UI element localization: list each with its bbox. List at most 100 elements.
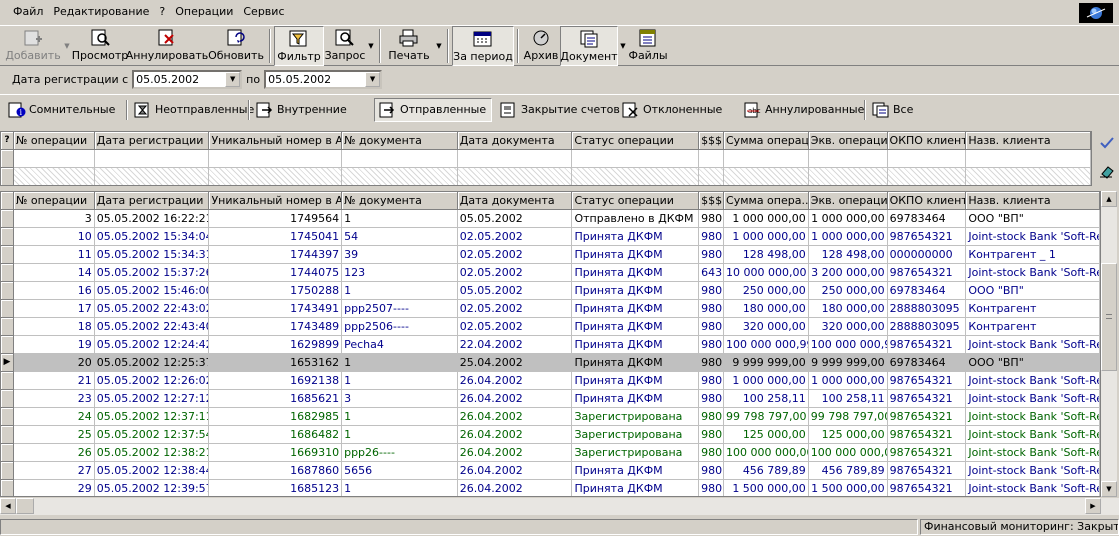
cell-status[interactable]: Принята ДКФМ xyxy=(572,264,700,282)
cell-equivalent[interactable]: 100 000 000,99 xyxy=(808,336,888,354)
cell-okpo[interactable]: 69783464 xyxy=(887,282,967,300)
table-row[interactable]: 11 05.05.2002 15:34:31 1744397 39 02.05.2002… xyxy=(1,246,1100,264)
filter-cell[interactable] xyxy=(14,150,95,168)
cell-okpo[interactable]: 69783464 xyxy=(887,210,967,228)
cell-doc-date[interactable]: 22.04.2002 xyxy=(457,336,573,354)
cell-doc-date[interactable]: 26.04.2002 xyxy=(457,444,573,462)
cell-okpo[interactable]: 987654321 xyxy=(887,426,967,444)
cell-okpo[interactable]: 987654321 xyxy=(888,480,967,496)
cell-doc-number[interactable]: 1 xyxy=(342,354,458,372)
cell-abs-number[interactable]: 1669310 xyxy=(209,444,343,462)
menu-operations[interactable]: Операции xyxy=(170,3,238,21)
cell-doc-date[interactable]: 26.04.2002 xyxy=(457,390,573,408)
row-indicator[interactable] xyxy=(1,390,14,408)
cell-currency[interactable]: 980 xyxy=(699,408,725,426)
filter-criteria-row[interactable] xyxy=(1,168,1091,185)
col-header-op-number[interactable]: № операции xyxy=(14,192,95,210)
horizontal-scroll-thumb[interactable] xyxy=(16,498,34,514)
filter-doubtful-button[interactable]: i Сомнительные xyxy=(4,98,124,122)
filter-cell[interactable] xyxy=(724,168,809,185)
vertical-scrollbar[interactable]: ▲ ▼ xyxy=(1101,191,1117,497)
filter-col-header[interactable]: Экв. операции xyxy=(808,132,888,150)
row-indicator[interactable] xyxy=(1,282,14,300)
filter-cell[interactable] xyxy=(342,150,458,168)
table-row[interactable]: 23 05.05.2002 12:27:12 1685621 3 26.04.2002 П… xyxy=(1,390,1100,408)
cell-doc-date[interactable]: 02.05.2002 xyxy=(457,318,573,336)
table-row[interactable]: 27 05.05.2002 12:38:44 1687860 5656 26.04.20… xyxy=(1,462,1100,480)
cell-doc-number[interactable]: 5656 xyxy=(342,462,458,480)
cell-doc-date[interactable]: 26.04.2002 xyxy=(458,480,573,496)
cell-op-number[interactable]: 26 xyxy=(14,444,95,462)
query-button[interactable]: Запрос xyxy=(324,26,366,66)
scroll-up-icon[interactable]: ▲ xyxy=(1101,191,1117,207)
cell-client[interactable]: Контрагент xyxy=(966,318,1100,336)
table-row[interactable]: 10 05.05.2002 15:34:04 1745041 54 02.05.2002… xyxy=(1,228,1100,246)
col-header-currency[interactable]: $$$ xyxy=(699,192,725,210)
cell-doc-number[interactable]: ppp26---- xyxy=(342,444,458,462)
cell-status[interactable]: Принята ДКФМ xyxy=(572,354,700,372)
cell-abs-number[interactable]: 1686482 xyxy=(209,426,343,444)
menu-edit[interactable]: Редактирование xyxy=(48,3,154,21)
filter-annulled-button[interactable]: abc Аннулированные xyxy=(740,98,864,122)
cell-client[interactable]: Joint-stock Bank 'Soft-Revie xyxy=(966,264,1100,282)
table-row[interactable]: 17 05.05.2002 22:43:02 1743491 ppp2507---- 0… xyxy=(1,300,1100,318)
cell-equivalent[interactable]: 456 789,89 xyxy=(808,462,888,480)
cell-okpo[interactable]: 987654321 xyxy=(887,408,967,426)
add-button[interactable]: Добавить xyxy=(4,26,62,66)
cell-op-number[interactable]: 23 xyxy=(14,390,95,408)
row-indicator[interactable] xyxy=(1,300,14,318)
cell-abs-number[interactable]: 1743491 xyxy=(209,300,343,318)
cell-op-number[interactable]: 17 xyxy=(14,300,95,318)
col-header-abs-number[interactable]: Уникальный номер в АБС xyxy=(209,192,343,210)
cell-currency[interactable]: 980 xyxy=(699,336,725,354)
cell-op-number[interactable]: 19 xyxy=(14,336,95,354)
table-row[interactable]: 24 05.05.2002 12:37:11 1682985 1 26.04.2002 З… xyxy=(1,408,1100,426)
refresh-button[interactable]: Обновить xyxy=(206,26,266,66)
filter-col-header[interactable]: ОКПО клиента xyxy=(887,132,967,150)
cell-status[interactable]: Зарегистрирована xyxy=(572,426,700,444)
cell-doc-number[interactable]: ppp2506---- xyxy=(342,318,458,336)
cell-currency[interactable]: 980 xyxy=(699,354,725,372)
filter-cell[interactable] xyxy=(209,150,343,168)
cell-status[interactable]: Зарегистрирована xyxy=(572,408,700,426)
filter-cell[interactable] xyxy=(572,150,700,168)
cell-op-number[interactable]: 3 xyxy=(14,210,95,228)
cell-currency[interactable]: 643 xyxy=(699,264,725,282)
filter-cell[interactable] xyxy=(887,168,967,185)
cell-op-number[interactable]: 10 xyxy=(14,228,95,246)
cell-doc-date[interactable]: 02.05.2002 xyxy=(457,246,573,264)
document-dropdown-arrow[interactable]: ▼ xyxy=(618,26,628,66)
print-dropdown-arrow[interactable]: ▼ xyxy=(434,26,444,66)
cell-currency[interactable]: 980 xyxy=(699,390,725,408)
cell-currency[interactable]: 980 xyxy=(699,462,725,480)
filter-cell[interactable] xyxy=(457,168,573,185)
cell-okpo[interactable]: 987654321 xyxy=(887,372,967,390)
cell-doc-date[interactable]: 02.05.2002 xyxy=(457,300,573,318)
menu-service[interactable]: Сервис xyxy=(238,3,289,21)
table-row[interactable]: 3 05.05.2002 16:22:21 1749564 1 05.05.2002 От… xyxy=(1,210,1100,228)
cell-status[interactable]: Принята ДКФМ xyxy=(572,372,700,390)
cell-op-number[interactable]: 24 xyxy=(14,408,95,426)
filter-col-header[interactable]: Дата документа xyxy=(457,132,573,150)
cell-sum[interactable]: 456 789,89 xyxy=(724,462,809,480)
cell-doc-number[interactable]: 39 xyxy=(342,246,458,264)
cell-status[interactable]: Принята ДКФМ xyxy=(572,480,700,496)
cell-okpo[interactable]: 987654321 xyxy=(887,390,967,408)
cell-doc-date[interactable]: 26.04.2002 xyxy=(457,372,573,390)
cell-reg-date[interactable]: 05.05.2002 12:37:11 xyxy=(94,408,210,426)
scroll-down-icon[interactable]: ▼ xyxy=(1101,481,1117,497)
cell-client[interactable]: Joint-stock Bank 'Soft-Revie xyxy=(966,426,1100,444)
cell-okpo[interactable]: 000000000 xyxy=(887,246,967,264)
add-dropdown-arrow[interactable]: ▼ xyxy=(62,26,72,66)
cell-currency[interactable]: 980 xyxy=(699,480,725,496)
filter-cell[interactable] xyxy=(94,150,210,168)
query-dropdown-arrow[interactable]: ▼ xyxy=(366,26,376,66)
horizontal-scrollbar[interactable]: ◀ ▶ xyxy=(0,497,1119,515)
cell-doc-number[interactable]: 1 xyxy=(342,408,458,426)
table-row[interactable]: 21 05.05.2002 12:26:02 1692138 1 26.04.2002 П… xyxy=(1,372,1100,390)
cell-status[interactable]: Принята ДКФМ xyxy=(572,390,700,408)
cell-equivalent[interactable]: 180 000,00 xyxy=(808,300,888,318)
cell-okpo[interactable]: 69783464 xyxy=(887,354,967,372)
cell-reg-date[interactable]: 05.05.2002 15:46:00 xyxy=(94,282,210,300)
cell-equivalent[interactable]: 3 200 000,00 xyxy=(808,264,888,282)
